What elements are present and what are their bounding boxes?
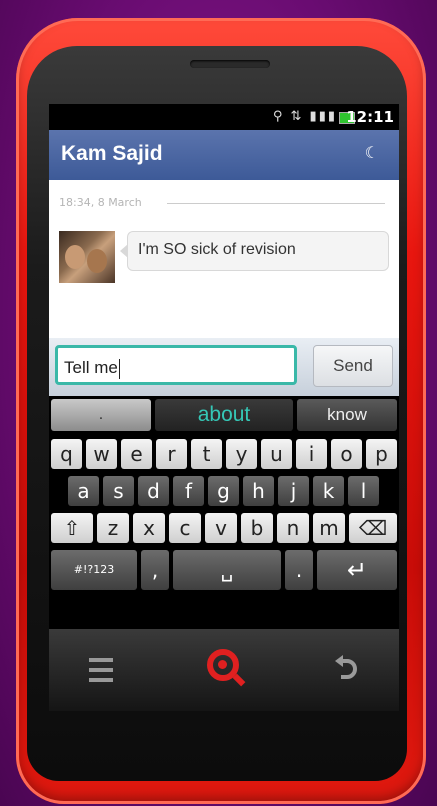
comma-key[interactable]: , bbox=[141, 550, 169, 590]
key-y[interactable]: y bbox=[226, 439, 257, 469]
key-f[interactable]: f bbox=[173, 476, 204, 506]
suggestion-period[interactable]: . bbox=[51, 399, 151, 431]
key-h[interactable]: h bbox=[243, 476, 274, 506]
send-button[interactable]: Send bbox=[313, 345, 393, 387]
avatar-face-right bbox=[87, 249, 107, 273]
key-t[interactable]: t bbox=[191, 439, 222, 469]
suggestion-bar: . about know bbox=[49, 396, 399, 434]
key-q[interactable]: q bbox=[51, 439, 82, 469]
message-list[interactable]: 18:34, 8 March I'm SO sick of revision bbox=[49, 180, 399, 338]
menu-line bbox=[89, 668, 113, 672]
signal-icons: ⚲ ⇅ ▮▮▮ bbox=[272, 109, 337, 124]
shift-key[interactable]: ⇧ bbox=[51, 513, 93, 543]
key-c[interactable]: c bbox=[169, 513, 201, 543]
message-timestamp: 18:34, 8 March bbox=[59, 196, 142, 209]
key-s[interactable]: s bbox=[103, 476, 134, 506]
search-icon[interactable] bbox=[207, 649, 247, 689]
space-key[interactable]: ␣ bbox=[173, 550, 281, 590]
key-w[interactable]: w bbox=[86, 439, 117, 469]
key-x[interactable]: x bbox=[133, 513, 165, 543]
back-arrow-svg bbox=[335, 655, 357, 679]
key-u[interactable]: u bbox=[261, 439, 292, 469]
timestamp-divider bbox=[167, 203, 385, 204]
hardware-nav-bar bbox=[49, 629, 399, 711]
message-bubble[interactable]: I'm SO sick of revision bbox=[120, 231, 389, 271]
key-b[interactable]: b bbox=[241, 513, 273, 543]
backspace-key[interactable]: ⌫ bbox=[349, 513, 397, 543]
suggestion-about[interactable]: about bbox=[155, 399, 293, 431]
status-bar: ⚲ ⇅ ▮▮▮ 12:11 bbox=[49, 104, 399, 130]
key-j[interactable]: j bbox=[278, 476, 309, 506]
message-text: I'm SO sick of revision bbox=[138, 241, 296, 258]
key-p[interactable]: p bbox=[366, 439, 397, 469]
avatar[interactable] bbox=[59, 231, 115, 283]
menu-line bbox=[89, 658, 113, 662]
message-input[interactable]: Tell me bbox=[55, 345, 297, 385]
contact-name: Kam Sajid bbox=[61, 142, 163, 165]
suggestion-know[interactable]: know bbox=[297, 399, 397, 431]
back-icon[interactable] bbox=[329, 651, 365, 687]
key-i[interactable]: i bbox=[296, 439, 327, 469]
clock: 12:11 bbox=[346, 108, 394, 126]
key-a[interactable]: a bbox=[68, 476, 99, 506]
key-o[interactable]: o bbox=[331, 439, 362, 469]
on-screen-keyboard: q w e r t y u i o p a s d f g h j k l ⇧ … bbox=[49, 434, 399, 629]
key-d[interactable]: d bbox=[138, 476, 169, 506]
avatar-face-left bbox=[65, 245, 85, 269]
key-g[interactable]: g bbox=[208, 476, 239, 506]
key-k[interactable]: k bbox=[313, 476, 344, 506]
search-handle bbox=[232, 673, 246, 687]
key-r[interactable]: r bbox=[156, 439, 187, 469]
compose-bar: Tell me Send bbox=[49, 338, 399, 396]
conversation-header: Kam Sajid ☾ bbox=[49, 130, 399, 180]
search-dot bbox=[218, 660, 227, 669]
earpiece-speaker bbox=[190, 60, 270, 68]
key-n[interactable]: n bbox=[277, 513, 309, 543]
key-e[interactable]: e bbox=[121, 439, 152, 469]
period-key[interactable]: . bbox=[285, 550, 313, 590]
key-m[interactable]: m bbox=[313, 513, 345, 543]
phone-screen: ⚲ ⇅ ▮▮▮ 12:11 Kam Sajid ☾ 18:34, 8 March… bbox=[49, 104, 399, 629]
key-z[interactable]: z bbox=[97, 513, 129, 543]
menu-icon[interactable] bbox=[83, 653, 119, 689]
symbols-key[interactable]: #!?123 bbox=[51, 550, 137, 590]
message-input-value: Tell me bbox=[64, 358, 118, 377]
moon-icon[interactable]: ☾ bbox=[365, 143, 379, 162]
text-caret bbox=[118, 358, 120, 379]
key-l[interactable]: l bbox=[348, 476, 379, 506]
menu-line bbox=[89, 678, 113, 682]
key-v[interactable]: v bbox=[205, 513, 237, 543]
enter-key[interactable]: ↵ bbox=[317, 550, 397, 590]
